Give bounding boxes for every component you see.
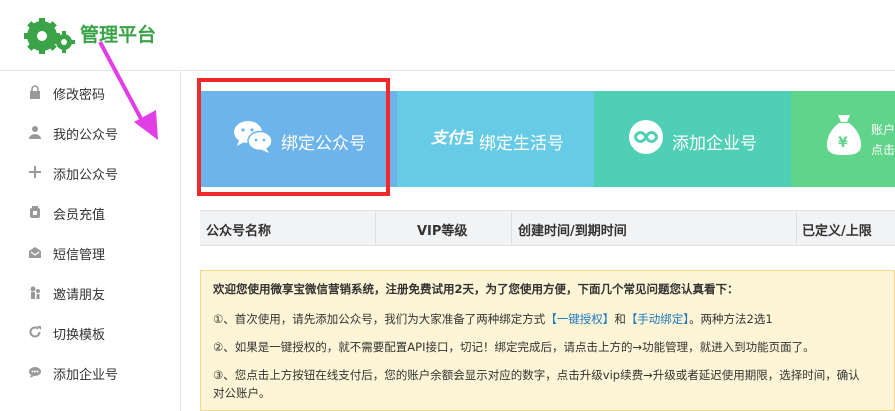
tile-sublabel: 点击 [871,143,895,157]
chat-icon [29,367,41,378]
column-header-limit: 已定义/上限 [802,224,872,239]
one-click-auth-link[interactable]: 【一键授权】 [545,312,614,326]
sidebar-item-label: 切换模板 [53,328,106,343]
notice-line-3: ③、您点击上方按钮在线支付后，您的账户余额会显示对应的数字，点击升级vip续费→… [213,368,860,382]
sidebar-item-label: 添加公众号 [53,168,119,183]
user-icon [29,126,41,139]
link-icon [629,120,663,154]
notice-title: 欢迎您使用微享宝微信营销系统，注册免费试用2天，为了您使用方便，下面几个常见问题… [213,282,739,296]
plus-icon [29,166,41,178]
svg-text:¥: ¥ [838,135,848,151]
sidebar-item-label: 会员充值 [53,208,106,223]
sidebar-item-sms[interactable]: 短信管理 [0,233,180,273]
column-header-dates: 创建时间/到期时间 [518,224,627,239]
notice-line-1: ①、首次使用，请先添加公众号，我们为大家准备了两种绑定方式【一键授权】和【手动绑… [213,311,773,327]
sidebar-item-add-account[interactable]: 添加公众号 [0,153,180,193]
notice-line-3-cont: 对公账户。 [213,386,271,400]
welcome-notice: 欢迎您使用微享宝微信营销系统，注册免费试用2天，为了您使用方便，下面几个常见问题… [200,270,895,411]
column-divider [796,211,797,245]
sidebar-item-recharge[interactable]: 会员充值 [0,193,180,233]
sidebar-item-invite[interactable]: 邀请朋友 [0,273,180,313]
wallet-icon [30,206,40,218]
svg-text:支付宝: 支付宝 [431,128,473,147]
sidebar-item-label: 添加企业号 [53,368,119,383]
account-tile[interactable]: ¥ 账户 点击 [791,91,895,187]
column-divider [375,211,376,245]
accounts-table-header: 公众号名称 VIP等级 创建时间/到期时间 已定义/上限 [200,210,895,246]
annotation-arrow [98,41,158,140]
column-header-name: 公众号名称 [206,224,272,239]
notice-text: ①、首次使用，请先添加公众号，我们为大家准备了两种绑定方式 [213,312,546,326]
manual-bind-link[interactable]: 【手动绑定】 [626,312,689,326]
envelope-icon [29,247,41,258]
add-enterprise-tile[interactable]: 添加企业号 [594,91,791,187]
tile-label: 绑定生活号 [479,134,564,154]
refresh-icon [29,326,41,338]
notice-text: 。两种方法2选1 [689,312,773,326]
money-bag-icon: ¥ [827,115,861,155]
column-divider [511,211,512,245]
bind-life-account-tile[interactable]: 支付宝 绑定生活号 [397,91,594,187]
sidebar-item-label: 短信管理 [53,248,106,263]
gears-logo-icon [24,18,75,54]
tile-label: 添加企业号 [672,134,757,154]
tile-label: 账户 [871,123,895,137]
sidebar-item-switch-template[interactable]: 切换模板 [0,313,180,353]
sidebar-item-add-enterprise[interactable]: 添加企业号 [0,353,180,393]
notice-text: 和 [614,312,626,326]
sidebar-item-label: 邀请朋友 [53,288,106,303]
lock-icon [30,85,40,99]
notice-line-2: ②、如果是一键授权的，就不需要配置API接口，切记！绑定完成后，请点击上方的→功… [213,340,815,354]
column-header-vip: VIP等级 [417,224,468,239]
annotation-highlight-box [197,78,390,196]
alipay-life-icon: 支付宝 [431,128,473,147]
people-icon [30,286,40,299]
